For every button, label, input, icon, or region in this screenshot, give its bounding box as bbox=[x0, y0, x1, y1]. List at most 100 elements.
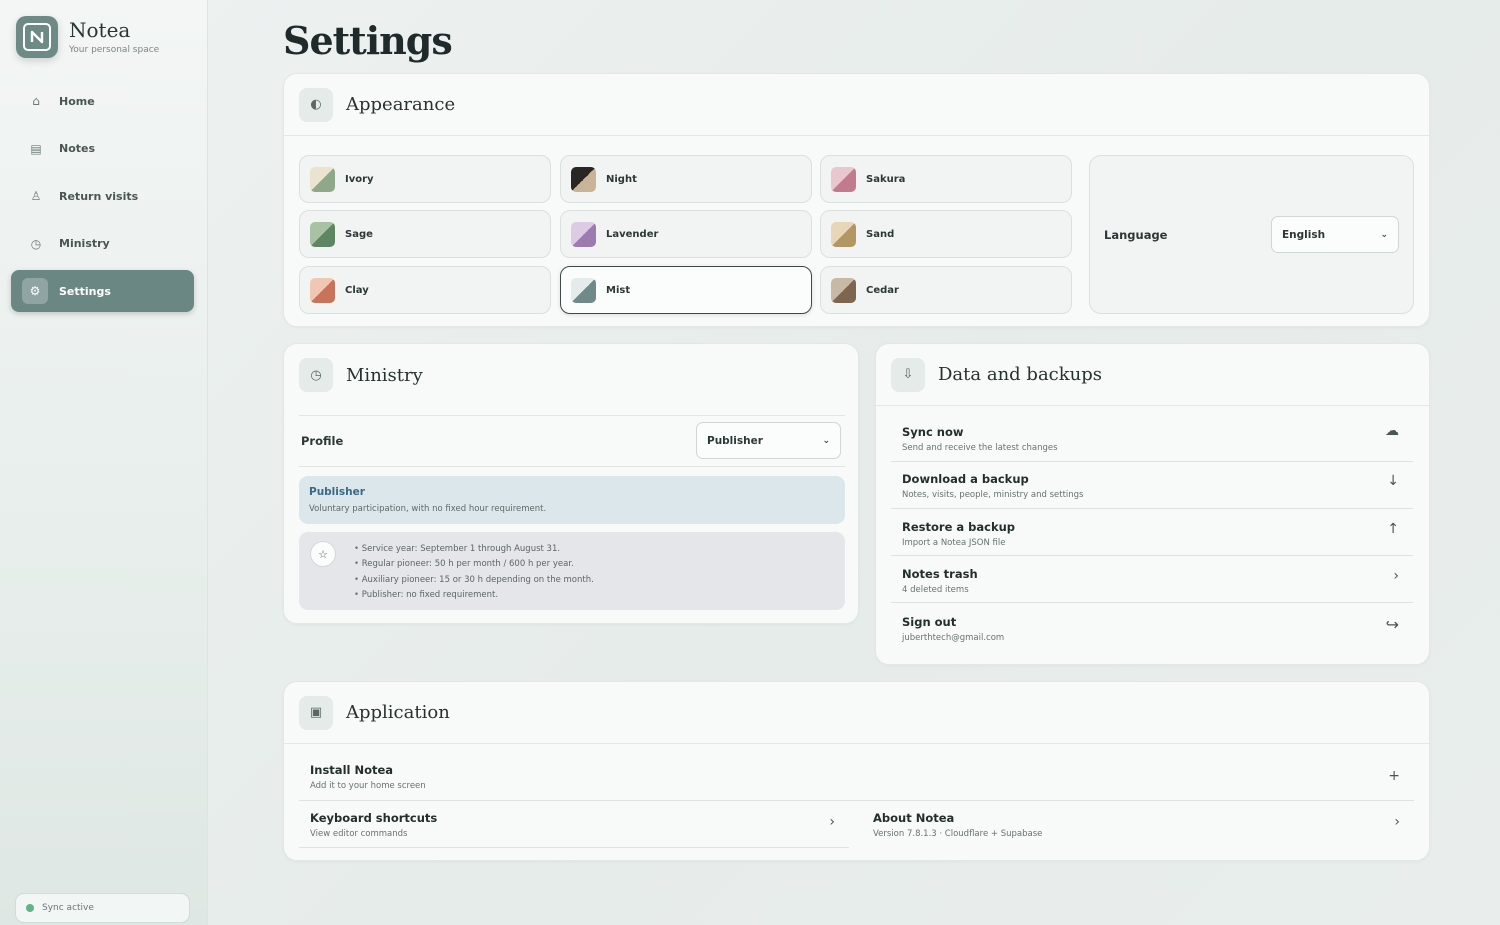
application-header: ▣ Application bbox=[284, 682, 1429, 744]
theme-option-ivory[interactable]: Ivory bbox=[299, 155, 551, 203]
row-title: Notes trash bbox=[902, 567, 978, 581]
row-title: About Notea bbox=[873, 811, 955, 825]
theme-name: Mist bbox=[606, 284, 631, 296]
notes-trash-row[interactable]: Notes trash 4 deleted items › bbox=[891, 558, 1413, 603]
sidebar-item-label: Ministry bbox=[59, 237, 110, 250]
theme-swatch-icon bbox=[310, 166, 335, 192]
theme-option-clay[interactable]: Clay bbox=[299, 266, 551, 314]
theme-option-sakura[interactable]: Sakura bbox=[820, 155, 1072, 203]
notea-logo-icon bbox=[16, 16, 58, 58]
row-subtitle: Add it to your home screen bbox=[310, 781, 426, 791]
sidebar-item-label: Return visits bbox=[59, 189, 139, 203]
language-select[interactable]: English ⌄ bbox=[1271, 216, 1399, 253]
install-notea-row[interactable]: Install Notea Add it to your home screen… bbox=[299, 756, 1414, 801]
theme-swatch-icon bbox=[831, 277, 856, 303]
ministry-title: Ministry bbox=[346, 364, 423, 386]
profile-info-box: Publisher Voluntary participation, with … bbox=[299, 476, 845, 524]
chevron-right-icon: › bbox=[829, 814, 835, 830]
plus-icon: + bbox=[1388, 768, 1400, 784]
sidebar-item-home[interactable]: ⌂ Home bbox=[11, 80, 194, 122]
row-subtitle: Version 7.8.1.3 · Cloudflare + Supabase bbox=[873, 829, 1043, 839]
theme-name: Sand bbox=[866, 228, 895, 240]
ministry-rules-box: ☆ Service year: September 1 through Augu… bbox=[299, 532, 845, 610]
theme-name: Cedar bbox=[866, 284, 899, 296]
sidebar-nav: ⌂ Home ▤ Notes ♙ Return visits ◷ Ministr… bbox=[11, 80, 194, 318]
sidebar-item-label: Home bbox=[59, 94, 95, 108]
theme-swatch-icon bbox=[310, 277, 335, 303]
sign-out-row[interactable]: Sign out juberthtech@gmail.com ↪ bbox=[891, 605, 1413, 650]
profile-select[interactable]: Publisher ⌄ bbox=[696, 422, 841, 459]
restore-backup-row[interactable]: Restore a backup Import a Notea JSON fil… bbox=[891, 511, 1413, 556]
chevron-down-icon: ⌄ bbox=[1380, 229, 1388, 240]
theme-option-sage[interactable]: Sage bbox=[299, 210, 551, 258]
sidebar-item-return-visits[interactable]: ♙ Return visits bbox=[11, 175, 194, 217]
sync-dot-icon bbox=[26, 904, 34, 912]
list-item: Regular pioneer: 50 h per month / 600 h … bbox=[354, 557, 594, 572]
theme-swatch-icon bbox=[571, 221, 596, 247]
list-item: Service year: September 1 through August… bbox=[354, 542, 594, 557]
gear-icon: ⚙ bbox=[22, 278, 48, 304]
page-title: Settings bbox=[283, 18, 453, 63]
chevron-down-icon: ⌄ bbox=[822, 435, 830, 446]
ministry-rules-list: Service year: September 1 through August… bbox=[354, 542, 594, 603]
ministry-header: ◷ Ministry bbox=[284, 344, 858, 406]
app-name: Notea bbox=[69, 18, 131, 42]
brand[interactable]: Notea Your personal space bbox=[16, 16, 159, 58]
language-value: English bbox=[1282, 228, 1326, 241]
chevron-right-icon: › bbox=[1394, 814, 1400, 830]
theme-swatch-icon bbox=[571, 166, 596, 192]
row-subtitle: Send and receive the latest changes bbox=[902, 443, 1058, 453]
list-item: Publisher: no fixed requirement. bbox=[354, 588, 594, 603]
language-panel: Language English ⌄ bbox=[1089, 155, 1414, 314]
theme-option-cedar[interactable]: Cedar bbox=[820, 266, 1072, 314]
download-icon: ⇩ bbox=[891, 357, 925, 392]
sign-out-icon: ↪ bbox=[1385, 615, 1399, 634]
data-backups-header: ⇩ Data and backups bbox=[876, 344, 1429, 406]
language-label: Language bbox=[1104, 228, 1168, 242]
clock-icon: ◷ bbox=[30, 236, 42, 251]
theme-name: Night bbox=[606, 173, 637, 185]
app-tagline: Your personal space bbox=[69, 45, 160, 55]
appearance-header: ◐ Appearance bbox=[284, 74, 1429, 136]
profile-row: Profile Publisher ⌄ bbox=[299, 415, 845, 467]
row-subtitle: Notes, visits, people, ministry and sett… bbox=[902, 490, 1084, 500]
row-subtitle: View editor commands bbox=[310, 829, 408, 839]
about-notea-row[interactable]: About Notea Version 7.8.1.3 · Cloudflare… bbox=[862, 803, 1414, 848]
keyboard-shortcuts-row[interactable]: Keyboard shortcuts View editor commands … bbox=[299, 803, 849, 848]
theme-option-lavender[interactable]: Lavender bbox=[560, 210, 812, 258]
home-icon: ⌂ bbox=[32, 94, 40, 108]
theme-option-mist[interactable]: Mist bbox=[560, 266, 812, 314]
profile-info-title: Publisher bbox=[309, 486, 365, 498]
profile-value: Publisher bbox=[707, 434, 763, 447]
application-title: Application bbox=[346, 702, 450, 723]
row-title: Keyboard shortcuts bbox=[310, 811, 438, 825]
row-title: Download a backup bbox=[902, 472, 1029, 486]
row-subtitle: Import a Notea JSON file bbox=[902, 538, 1006, 548]
row-title: Install Notea bbox=[310, 763, 394, 777]
row-title: Restore a backup bbox=[902, 520, 1016, 534]
theme-swatch-icon bbox=[831, 166, 856, 192]
theme-swatch-icon bbox=[831, 221, 856, 247]
sync-status-text: Sync active bbox=[42, 903, 94, 913]
download-backup-row[interactable]: Download a backup Notes, visits, people,… bbox=[891, 464, 1413, 509]
theme-option-sand[interactable]: Sand bbox=[820, 210, 1072, 258]
sidebar-item-notes[interactable]: ▤ Notes bbox=[11, 128, 194, 170]
sync-status-badge[interactable]: Sync active bbox=[15, 893, 190, 923]
application-card: ▣ Application Install Notea Add it to yo… bbox=[283, 681, 1430, 861]
row-subtitle: 4 deleted items bbox=[902, 585, 969, 595]
notes-icon: ▤ bbox=[30, 141, 42, 156]
cloud-icon: ☁ bbox=[1385, 423, 1399, 439]
theme-option-night[interactable]: Night bbox=[560, 155, 812, 203]
profile-label: Profile bbox=[301, 434, 344, 448]
chevron-right-icon: › bbox=[1393, 568, 1399, 584]
theme-name: Clay bbox=[345, 284, 369, 296]
sync-now-row[interactable]: Sync now Send and receive the latest cha… bbox=[891, 417, 1413, 462]
row-title: Sign out bbox=[902, 615, 957, 629]
sidebar-item-label: Notes bbox=[59, 142, 96, 155]
contrast-icon: ◐ bbox=[299, 87, 333, 122]
theme-name: Lavender bbox=[606, 228, 659, 240]
sidebar-item-settings[interactable]: ⚙ Settings bbox=[11, 270, 194, 312]
appearance-title: Appearance bbox=[346, 94, 456, 115]
sidebar-item-ministry[interactable]: ◷ Ministry bbox=[11, 223, 194, 265]
clock-icon: ◷ bbox=[299, 358, 333, 392]
